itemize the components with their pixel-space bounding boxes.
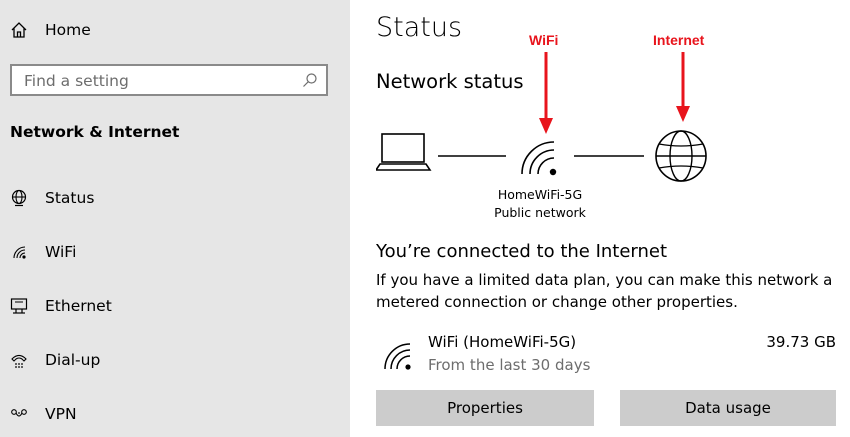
main-panel: Status Network status WiFi Internet Home… <box>350 0 850 437</box>
status-globe-icon <box>9 188 29 208</box>
network-name: HomeWiFi-5G <box>497 187 583 202</box>
page-title: Status <box>376 12 463 43</box>
properties-button[interactable]: Properties <box>376 390 594 426</box>
sidebar-item-wifi[interactable]: WiFi <box>0 232 350 272</box>
ethernet-icon <box>9 296 29 316</box>
network-type: Public network <box>494 205 586 220</box>
internet-annotation-label: Internet <box>653 32 705 48</box>
sidebar-item-label: WiFi <box>45 243 77 261</box>
laptop-icon <box>376 133 432 171</box>
dial-up-icon <box>9 350 29 370</box>
internet-arrow-icon <box>676 52 690 122</box>
connection-description: If you have a limited data plan, you can… <box>376 271 833 311</box>
connected-heading: You’re connected to the Internet <box>376 241 668 262</box>
data-usage-button[interactable]: Data usage <box>620 390 836 426</box>
vpn-icon <box>9 404 29 424</box>
sidebar-item-label: Dial-up <box>45 351 101 369</box>
search-placeholder: Find a setting <box>24 72 129 90</box>
sidebar-item-status[interactable]: Status <box>0 178 350 218</box>
sidebar-item-label: Status <box>45 189 95 207</box>
home-icon <box>9 20 29 40</box>
search-icon[interactable] <box>302 72 318 88</box>
globe-icon <box>655 130 707 182</box>
connection-period: From the last 30 days <box>428 356 591 374</box>
connection-usage: 39.73 GB <box>766 333 836 351</box>
network-diagram <box>376 130 707 182</box>
home-label: Home <box>45 21 91 39</box>
connection-name: WiFi (HomeWiFi-5G) <box>428 333 577 351</box>
sidebar: Home Find a setting Network & Internet S… <box>0 0 350 437</box>
sidebar-item-dial-up[interactable]: Dial-up <box>0 340 350 380</box>
network-status-heading: Network status <box>376 70 524 93</box>
connection-wifi-icon <box>384 343 411 370</box>
sidebar-item-ethernet[interactable]: Ethernet <box>0 286 350 326</box>
search-input[interactable]: Find a setting <box>10 64 328 96</box>
wifi-arrow-icon <box>539 52 553 134</box>
sidebar-item-vpn[interactable]: VPN <box>0 394 350 434</box>
wifi-icon <box>521 141 557 176</box>
home-nav-item[interactable]: Home <box>0 10 350 50</box>
sidebar-item-label: VPN <box>45 405 77 423</box>
section-title: Network & Internet <box>10 123 180 141</box>
wifi-annotation-label: WiFi <box>529 32 559 48</box>
wifi-icon <box>9 242 29 262</box>
sidebar-item-label: Ethernet <box>45 297 112 315</box>
